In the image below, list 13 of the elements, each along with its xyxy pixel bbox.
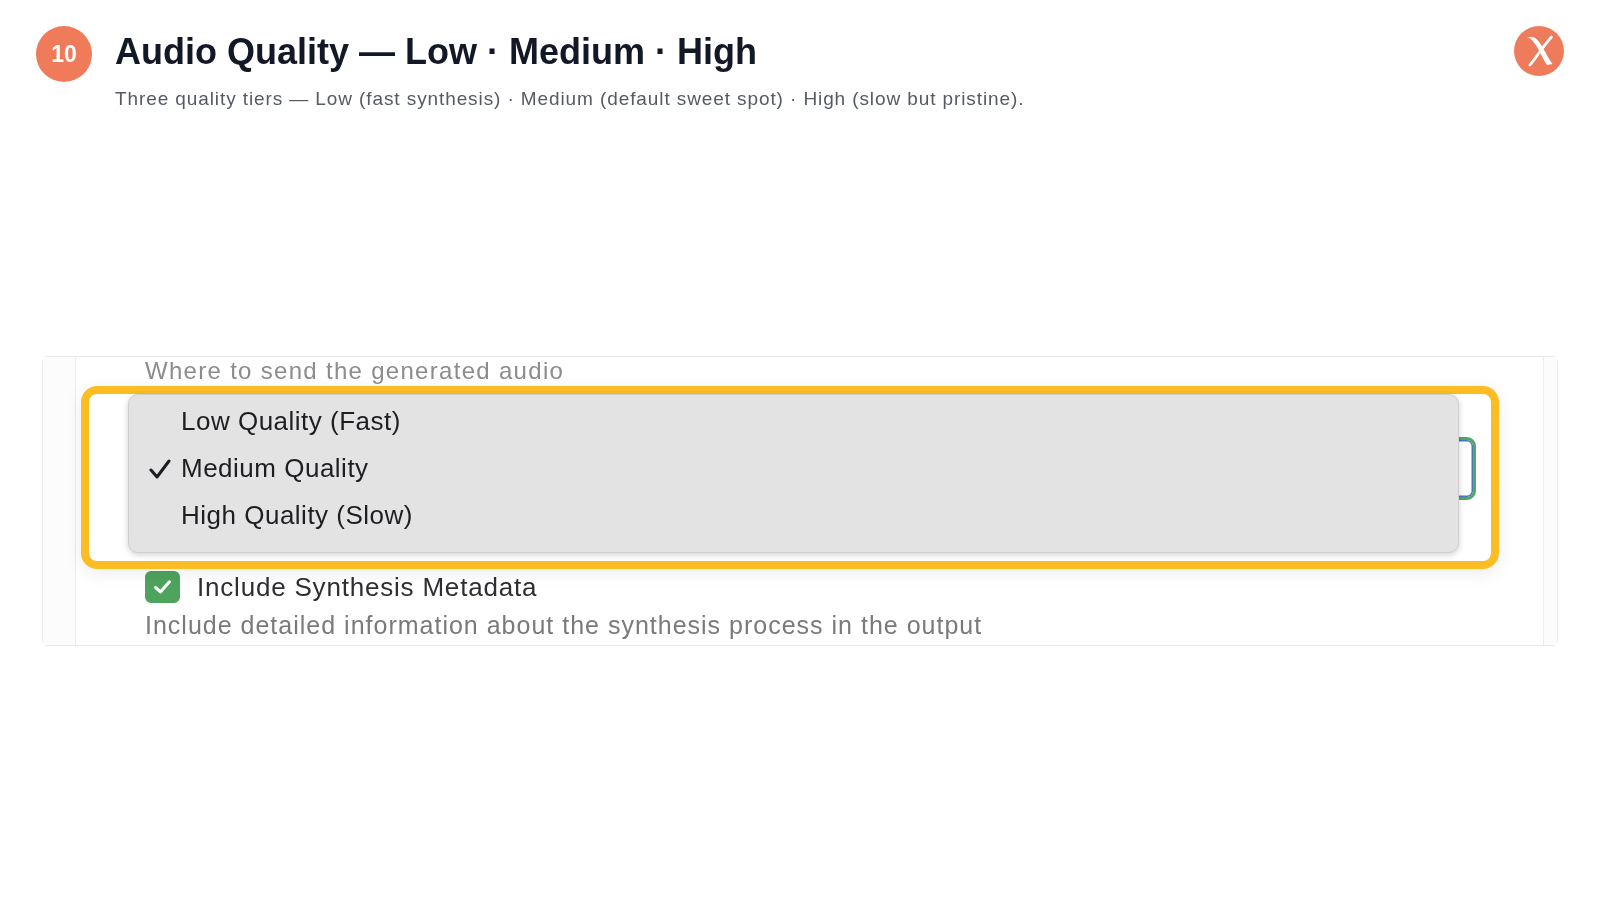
checkbox-description: Include detailed information about the synthesis process in the output bbox=[145, 610, 983, 640]
step-badge: 10 bbox=[36, 26, 92, 82]
logo-icon bbox=[1514, 26, 1564, 76]
checkbox-label: Include Synthesis Metadata bbox=[197, 571, 538, 603]
checkmark-icon bbox=[149, 458, 171, 479]
slide-subtitle: Three quality tiers — Low (fast synthesis) · Medium (default sweet spot) · High (slow but pristine). bbox=[115, 87, 1025, 111]
checkbox[interactable] bbox=[145, 571, 180, 603]
checkmark-icon bbox=[154, 580, 171, 594]
menu-item[interactable]: Low Quality (Fast) bbox=[129, 398, 413, 445]
field-description: Where to send the generated audio bbox=[145, 357, 565, 385]
menu-item[interactable]: Medium Quality bbox=[129, 445, 381, 492]
slide-title: Audio Quality — Low · Medium · High bbox=[115, 30, 757, 74]
menu-item[interactable]: High Quality (Slow) bbox=[129, 492, 425, 539]
